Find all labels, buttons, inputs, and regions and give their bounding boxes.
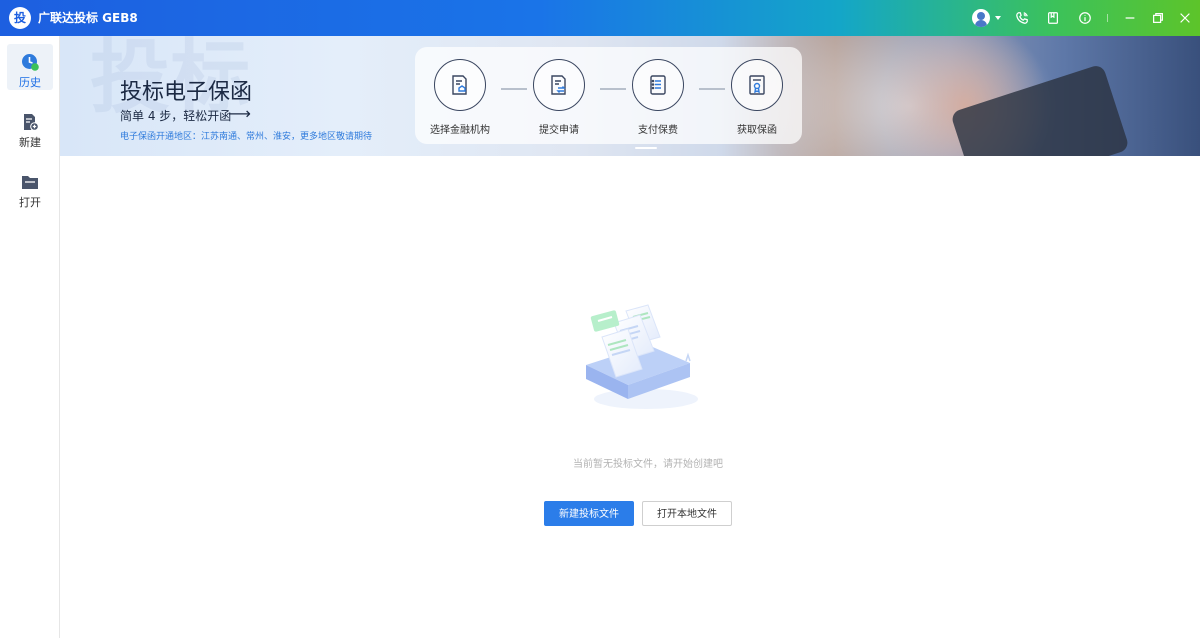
new-bid-file-button[interactable]: 新建投标文件	[544, 501, 634, 526]
phone-icon[interactable]	[1012, 8, 1032, 28]
sidebar: 历史 新建 打开	[0, 36, 60, 638]
title-bar: 投 广联达投标 GEB8	[0, 0, 1200, 36]
empty-state-message: 当前暂无投标文件，请开始创建吧	[573, 459, 723, 470]
sidebar-item-new[interactable]: 新建	[7, 104, 53, 150]
user-avatar-icon[interactable]	[972, 9, 990, 27]
step-submit-application[interactable]: 提交申请	[519, 59, 599, 136]
titlebar-divider	[1107, 14, 1108, 22]
step-label: 提交申请	[539, 125, 579, 136]
app-title: 广联达投标 GEB8	[38, 11, 138, 25]
sidebar-item-label: 打开	[19, 196, 41, 209]
sidebar-item-label: 新建	[19, 136, 41, 149]
arrow-right-icon[interactable]: ⟶	[228, 104, 251, 123]
bank-doc-icon	[434, 59, 486, 111]
empty-documents-illustration	[586, 304, 698, 409]
folder-icon	[22, 176, 38, 189]
step-label: 获取保函	[737, 125, 777, 136]
step-label: 支付保费	[638, 125, 678, 136]
step-get-guarantee[interactable]: 获取保函	[717, 59, 797, 136]
banner-title: 投标电子保函	[120, 80, 253, 105]
sidebar-item-open[interactable]: 打开	[7, 164, 53, 210]
book-icon[interactable]	[1043, 8, 1063, 28]
step-select-bank[interactable]: 选择金融机构	[420, 59, 500, 136]
payment-icon	[632, 59, 684, 111]
chevron-down-icon[interactable]	[995, 16, 1001, 20]
open-local-file-button[interactable]: 打开本地文件	[642, 501, 732, 526]
new-file-icon	[24, 114, 39, 131]
e-guarantee-banner[interactable]: 投标 投标电子保函 简单 4 步，轻松开函 ⟶ 电子保函开通地区：江苏南通、常州…	[60, 36, 1200, 156]
carousel-indicator[interactable]	[635, 147, 657, 149]
banner-subtitle: 简单 4 步，轻松开函	[120, 109, 232, 123]
sidebar-item-history[interactable]: 历史	[7, 44, 53, 90]
restore-icon[interactable]	[1148, 8, 1168, 28]
banner-region-note: 电子保函开通地区：江苏南通、常州、淮安，更多地区敬请期待	[120, 132, 373, 142]
history-icon	[22, 54, 39, 71]
info-icon[interactable]	[1075, 8, 1095, 28]
certificate-icon	[731, 59, 783, 111]
sidebar-item-label: 历史	[19, 76, 41, 89]
app-logo: 投	[9, 7, 31, 29]
step-pay-premium[interactable]: 支付保费	[618, 59, 698, 136]
minimize-icon[interactable]	[1120, 8, 1140, 28]
close-icon[interactable]	[1175, 8, 1195, 28]
step-label: 选择金融机构	[430, 125, 490, 136]
banner-steps: 选择金融机构 提交申请 支付保费 获取保函	[415, 47, 802, 149]
submit-doc-icon	[533, 59, 585, 111]
